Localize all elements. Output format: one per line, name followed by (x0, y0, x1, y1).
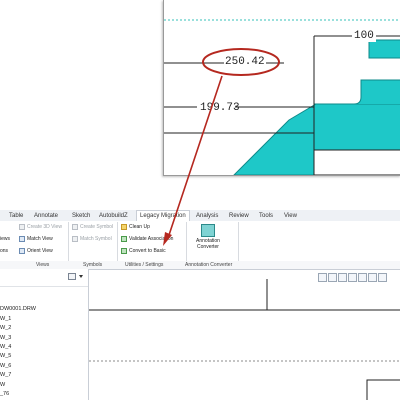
tab-analysis[interactable]: Analysis (196, 211, 218, 221)
tree-item[interactable]: W_5 (0, 353, 11, 359)
partial-views-label: iews (0, 236, 11, 242)
orient-view-label: Orient View (27, 248, 53, 254)
annotation-display-icon[interactable] (368, 273, 377, 282)
drawing-frame-corner (366, 379, 400, 400)
model-tree-panel: DW0001.DRW W_1 W_2 W_3 W_4 W_5 W_6 W_7 W… (0, 269, 89, 400)
dimension-right: 100 (352, 30, 376, 42)
chevron-down-icon[interactable] (79, 275, 83, 278)
create-symbol-button[interactable]: Create Symbol (72, 224, 113, 230)
annotation-converter-button[interactable]: Annotation Converter (193, 224, 223, 258)
tab-view[interactable]: View (284, 211, 297, 221)
drawing-canvas[interactable] (89, 269, 400, 400)
tree-item[interactable]: _76 (0, 391, 9, 397)
tab-autobuildz[interactable]: AutobuildZ (99, 211, 128, 221)
display-style-icon[interactable] (358, 273, 367, 282)
validate-association-button[interactable]: Validate Association (121, 236, 173, 242)
match-view-icon (19, 236, 25, 242)
tab-tools[interactable]: Tools (259, 211, 273, 221)
annotation-converter-label: Annotation Converter (196, 238, 220, 250)
group-label-views: Views (36, 262, 50, 268)
tree-item[interactable]: W_1 (0, 316, 11, 322)
validate-association-icon (121, 236, 127, 242)
match-view-label: Match View (27, 236, 53, 242)
dimension-highlighted: 250.42 (224, 56, 266, 68)
tree-settings-icon[interactable] (68, 273, 76, 280)
tree-item[interactable]: W (0, 382, 5, 388)
tab-review[interactable]: Review (229, 211, 249, 221)
datum-display-icon[interactable] (378, 273, 387, 282)
match-symbol-label: Match Symbol (80, 236, 112, 242)
tree-item[interactable]: W_3 (0, 335, 11, 341)
match-symbol-button[interactable]: Match Symbol (72, 236, 112, 242)
annotation-converter-icon (201, 224, 215, 237)
convert-to-basic-icon (121, 248, 127, 254)
tab-annotate[interactable]: Annotate (34, 211, 58, 221)
create-3d-view-button[interactable]: Create 3D View (19, 224, 62, 230)
orient-view-icon (19, 248, 25, 254)
partial-ons-button[interactable]: ons (0, 248, 8, 254)
zoom-out-icon[interactable] (338, 273, 347, 282)
create-3d-view-icon (19, 224, 25, 230)
convert-to-basic-label: Convert to Basic (129, 248, 166, 254)
match-view-button[interactable]: Match View (19, 236, 53, 242)
create-symbol-label: Create Symbol (80, 224, 114, 230)
tree-item[interactable]: W_2 (0, 325, 11, 331)
group-label-annotation: Annotation Converter (185, 262, 233, 268)
tree-item-drawing[interactable]: DW0001.DRW (0, 306, 36, 312)
part-geometry (314, 79, 400, 105)
create-symbol-icon (72, 224, 78, 230)
partial-ons-label: ons (0, 248, 9, 254)
clean-up-label: Clean Up (129, 224, 150, 230)
tree-item[interactable]: W_4 (0, 344, 11, 350)
refit-icon[interactable] (318, 273, 327, 282)
validate-association-label: Validate Association (129, 236, 174, 242)
dimension-left: 199.73 (200, 102, 240, 114)
match-symbol-icon (72, 236, 78, 242)
group-label-symbols: Symbols (83, 262, 103, 268)
zoom-inset: 250.42 199.73 100 (163, 0, 400, 176)
group-label-utilities: Utilities / Settings (125, 262, 164, 268)
tree-toolbar (0, 269, 88, 287)
partial-views-button[interactable]: iews (0, 236, 10, 242)
orient-view-button[interactable]: Orient View (19, 248, 53, 254)
tab-sketch[interactable]: Sketch (72, 211, 90, 221)
clean-up-button[interactable]: Clean Up (121, 224, 150, 230)
broom-icon (121, 224, 127, 230)
zoom-in-icon[interactable] (328, 273, 337, 282)
repaint-icon[interactable] (348, 273, 357, 282)
create-3d-view-label: Create 3D View (27, 224, 62, 230)
graphics-toolbar (318, 273, 387, 282)
tab-table[interactable]: Table (9, 211, 23, 221)
section-block (313, 149, 400, 175)
tree-item[interactable]: W_7 (0, 372, 11, 378)
tree-item[interactable]: W_6 (0, 363, 11, 369)
convert-to-basic-button[interactable]: Convert to Basic (121, 248, 166, 254)
